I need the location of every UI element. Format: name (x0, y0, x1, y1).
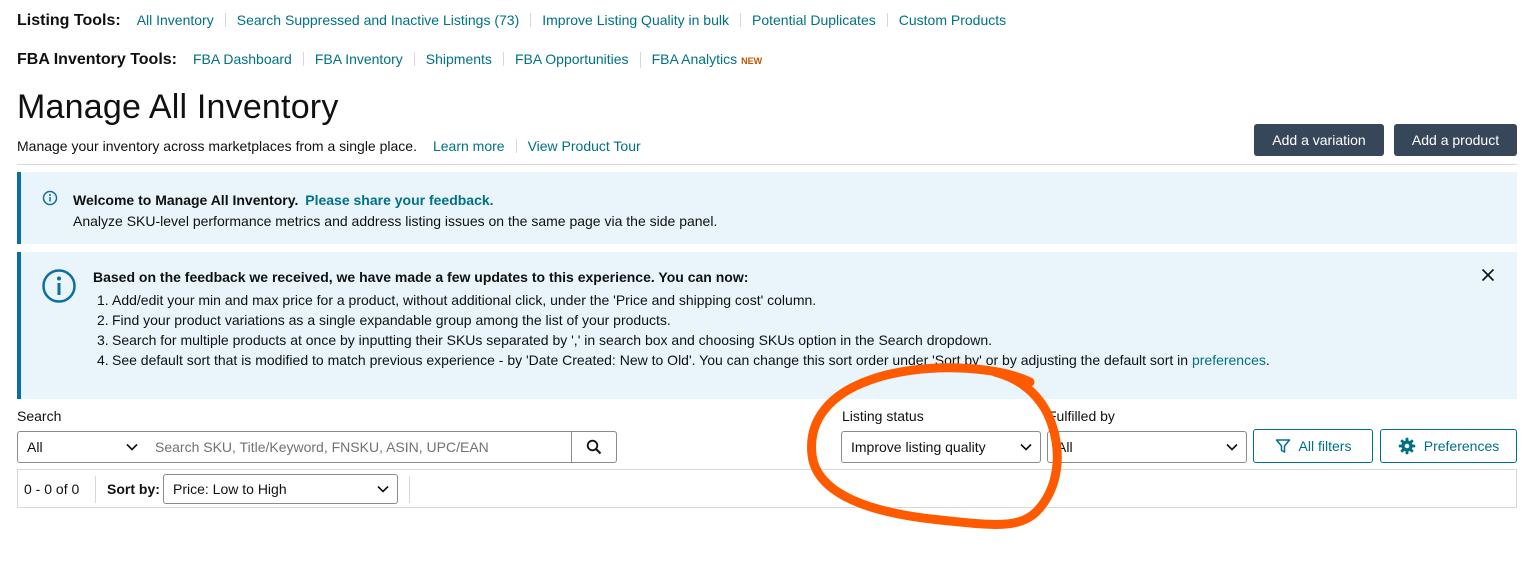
feedback-link[interactable]: Please share your feedback. (305, 192, 493, 208)
listing-tools-nav: Listing Tools: All Inventory Search Supp… (17, 12, 1017, 30)
product-tour-link[interactable]: View Product Tour (515, 139, 652, 153)
listing-status-value: Improve listing quality (851, 439, 986, 455)
list-item-text: Search for multiple products at once by … (112, 332, 993, 348)
list-item: 1. Add/edit your min and max price for a … (97, 290, 1270, 310)
link-shipments[interactable]: Shipments (413, 52, 503, 66)
chevron-down-icon (1020, 443, 1032, 451)
preferences-label: Preferences (1423, 438, 1500, 454)
toolbar-divider (409, 476, 410, 503)
fba-tools-title: FBA Inventory Tools: (17, 51, 177, 68)
link-fba-analytics[interactable]: FBA Analytics NEW (639, 51, 774, 68)
update-list: 1. Add/edit your min and max price for a … (97, 290, 1270, 370)
results-count: 0 - 0 of 0 (24, 481, 80, 497)
link-improve-listing-quality[interactable]: Improve Listing Quality in bulk (530, 13, 740, 27)
fulfilled-by-value: All (1057, 439, 1073, 455)
listing-tools-title: Listing Tools: (17, 12, 121, 29)
info-icon (42, 190, 58, 206)
welcome-title: Welcome to Manage All Inventory. (73, 192, 299, 208)
results-toolbar: 0 - 0 of 0 Sort by: Price: Low to High (17, 469, 1517, 508)
info-icon (42, 269, 76, 303)
add-variation-button[interactable]: Add a variation (1254, 124, 1384, 156)
learn-more-link[interactable]: Learn more (433, 139, 516, 153)
link-all-inventory[interactable]: All Inventory (137, 13, 225, 27)
sort-by-value: Price: Low to High (173, 481, 287, 497)
fba-analytics-label: FBA Analytics (651, 51, 738, 67)
search-placeholder: Search SKU, Title/Keyword, FNSKU, ASIN, … (155, 439, 489, 455)
link-potential-duplicates[interactable]: Potential Duplicates (740, 13, 887, 27)
list-item-number: 3. (97, 332, 109, 348)
search-scope-select[interactable]: All (17, 431, 147, 463)
preferences-button[interactable]: Preferences (1380, 429, 1517, 463)
fba-tools-nav: FBA Inventory Tools: FBA Dashboard FBA I… (17, 51, 773, 69)
listing-status-select[interactable]: Improve listing quality (841, 431, 1041, 463)
link-fba-dashboard[interactable]: FBA Dashboard (193, 52, 303, 66)
chevron-down-icon (377, 485, 389, 493)
list-item-number: 4. (97, 352, 109, 368)
close-icon[interactable] (1481, 268, 1495, 282)
list-item: 3. Search for multiple products at once b… (97, 330, 1270, 350)
list-item-text: See default sort that is modified to mat… (112, 352, 1192, 368)
list-item: 2. Find your product variations as a sing… (97, 310, 1270, 330)
link-fba-inventory[interactable]: FBA Inventory (302, 52, 414, 66)
all-filters-button[interactable]: All filters (1253, 429, 1373, 463)
welcome-banner: Welcome to Manage All Inventory. Please … (17, 172, 1517, 244)
preferences-link[interactable]: preferences (1192, 352, 1266, 368)
search-scope-value: All (27, 439, 43, 455)
filter-icon (1275, 439, 1290, 453)
list-item-number: 2. (97, 312, 109, 328)
list-item: 4. See default sort that is modified to m… (97, 350, 1270, 370)
add-product-button[interactable]: Add a product (1394, 124, 1517, 156)
link-fba-opportunities[interactable]: FBA Opportunities (502, 52, 640, 66)
chevron-down-icon (1226, 443, 1238, 451)
link-suppressed-listings[interactable]: Search Suppressed and Inactive Listings … (224, 13, 531, 27)
search-input[interactable]: Search SKU, Title/Keyword, FNSKU, ASIN, … (146, 431, 572, 463)
page-subtitle: Manage your inventory across marketplace… (17, 138, 417, 154)
header-divider (17, 164, 1517, 165)
sort-by-select[interactable]: Price: Low to High (163, 474, 398, 504)
search-icon (586, 439, 602, 455)
link-custom-products[interactable]: Custom Products (886, 13, 1017, 27)
page-title: Manage All Inventory (17, 88, 339, 126)
new-badge: NEW (741, 56, 763, 66)
fulfilled-by-label: Fulfilled by (1048, 408, 1115, 424)
gear-icon (1398, 437, 1415, 455)
welcome-text: Analyze SKU-level performance metrics an… (73, 213, 718, 229)
list-item-text: Find your product variations as a single… (112, 312, 671, 328)
listing-status-label: Listing status (842, 408, 924, 424)
search-button[interactable] (571, 431, 617, 463)
toolbar-divider (95, 476, 96, 503)
search-label: Search (17, 408, 62, 424)
subtitle-row: Manage your inventory across marketplace… (17, 138, 652, 154)
list-item-text: Add/edit your min and max price for a pr… (112, 292, 817, 308)
update-heading: Based on the feedback we received, we ha… (93, 269, 749, 285)
fulfilled-by-select[interactable]: All (1047, 431, 1247, 463)
all-filters-label: All filters (1298, 438, 1352, 454)
update-banner: Based on the feedback we received, we ha… (17, 252, 1517, 399)
list-item-tail: . (1265, 352, 1270, 368)
chevron-down-icon (126, 443, 138, 451)
sort-by-label: Sort by: (107, 481, 160, 497)
welcome-line: Welcome to Manage All Inventory. Please … (73, 192, 494, 208)
list-item-number: 1. (97, 292, 109, 308)
